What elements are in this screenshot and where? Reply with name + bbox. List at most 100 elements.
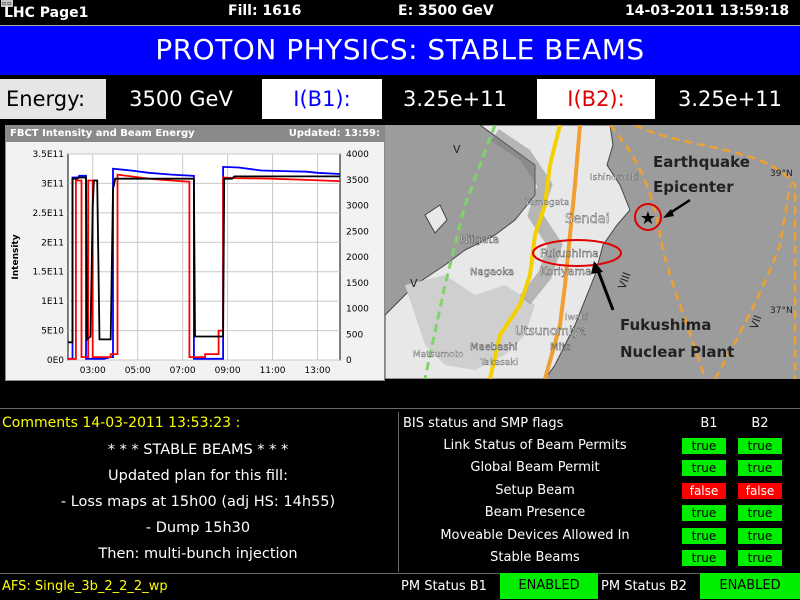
bis-flag-b2: true: [738, 550, 782, 566]
intensity-label-v2: V: [410, 277, 418, 290]
fill-number: Fill: 1616: [228, 3, 302, 19]
bis-row-link-status: Link Status of Beam Permits true true: [400, 435, 800, 457]
city-niigata: Niigata: [460, 233, 499, 246]
city-sendai: Sendai: [565, 212, 609, 227]
x-axis-ticks: 03:00 05:00 07:00 09:00 11:00 13:00: [80, 366, 331, 376]
beam-info-row: Energy: 3500 GeV I(B1): 3.25e+11 I(B2): …: [0, 75, 800, 123]
y2-tick-label: 4000: [346, 150, 369, 160]
city-mito: Mito: [550, 342, 571, 353]
city-nagaoka: Nagaoka: [470, 267, 514, 278]
bis-flag-b2: true: [738, 528, 782, 544]
city-utsunomiya: Utsunomiya: [515, 324, 587, 338]
bis-flag-b1: true: [682, 505, 726, 521]
y2-axis-ticks: 0 500 1000 1500 2000 2500 3000 3500 4000: [346, 150, 369, 366]
bis-column-b2: B2: [751, 416, 769, 431]
comment-line: Updated plan for this fill:: [108, 468, 288, 484]
y-tick-label: 1E11: [41, 297, 64, 307]
section-divider: [0, 408, 800, 409]
intensity-b1-value: 3.25e+11: [403, 87, 507, 111]
bis-header: BIS status and SMP flags: [403, 416, 564, 431]
y2-tick-label: 500: [346, 330, 363, 340]
y-tick-label: 0E0: [47, 356, 64, 366]
comment-line: - Dump 15h30: [145, 520, 251, 536]
bis-row-moveable-devices: Moveable Devices Allowed In true true: [400, 525, 800, 547]
bis-row-global-permit: Global Beam Permit true true: [400, 457, 800, 479]
status-divider: [0, 573, 800, 574]
y2-tick-label: 3000: [346, 202, 369, 212]
y2-tick-label: 1500: [346, 279, 369, 289]
page-title: PROTON PHYSICS: STABLE BEAMS: [155, 33, 645, 66]
y-tick-label: 5E10: [41, 327, 64, 337]
earthquake-label: Earthquake: [653, 153, 750, 171]
comments-header: Comments 14-03-2011 13:53:23 :: [2, 415, 241, 431]
bis-row-label: Global Beam Permit: [470, 460, 600, 475]
intensity-energy-chart: 0E05E101E111.5E112E112.5E113E113.5E11 05…: [11, 150, 369, 376]
pm-status-b2-label: PM Status B2: [601, 579, 687, 594]
intensity-label-v: V: [453, 143, 461, 156]
comment-line: - Loss maps at 15h00 (adj HS: 14h55): [60, 494, 336, 510]
intensity-b2-value: 3.25e+11: [678, 87, 782, 111]
y2-tick-label: 3500: [346, 176, 369, 186]
y2-tick-label: 2500: [346, 227, 369, 237]
city-fukushima: Fukushima: [540, 247, 599, 260]
x-tick-label: 03:00: [80, 366, 106, 376]
plot-area: [67, 153, 341, 361]
y-tick-label: 2E11: [41, 238, 64, 248]
city-koriyama: Koriyama: [540, 265, 592, 278]
city-maebashi: Maebashi: [470, 342, 518, 353]
comment-line: * * * STABLE BEAMS * * *: [107, 442, 289, 458]
intensity-b2-label: I(B2):: [537, 79, 655, 119]
x-tick-label: 09:00: [215, 366, 241, 376]
header-energy: E: 3500 GeV: [398, 3, 494, 19]
pm-status-b1-label: PM Status B1: [401, 579, 487, 594]
city-iwaki: Iwaki: [565, 313, 588, 323]
y2-tick-label: 1000: [346, 305, 369, 315]
page-title-bar: PROTON PHYSICS: STABLE BEAMS: [0, 25, 800, 75]
y2-tick-label: 2000: [346, 253, 369, 263]
top-status-bar: ▫▫ LHC Page1 Fill: 1616 E: 3500 GeV 14-0…: [0, 0, 800, 25]
bis-flag-b1: true: [682, 438, 726, 454]
bis-row-label: Link Status of Beam Permits: [443, 438, 627, 453]
pm-status-b1-value: ENABLED: [500, 573, 598, 599]
bis-flag-b2: true: [738, 460, 782, 476]
bottom-status-bar: AFS: Single_3b_2_2_2_wp PM Status B1 ENA…: [0, 573, 800, 600]
fukushima-plant-label-2: Nuclear Plant: [620, 343, 734, 361]
bis-row-stable-beams: Stable Beams true true: [400, 547, 800, 569]
bis-flag-b2: true: [738, 505, 782, 521]
chart-updated: Updated: 13:59:: [288, 128, 380, 139]
japan-map-image: V V VIII VII 39°N 37°N Sendai Niigata Fu…: [385, 125, 800, 379]
y-tick-label: 3E11: [41, 179, 64, 189]
chart-header: FBCT Intensity and Beam Energy Updated: …: [6, 126, 384, 142]
x-tick-label: 05:00: [125, 366, 151, 376]
bis-column-b1: B1: [700, 416, 718, 431]
bis-flag-b2: false: [738, 483, 782, 499]
bis-row-label: Stable Beams: [490, 550, 580, 565]
bis-row-label: Moveable Devices Allowed In: [440, 528, 630, 543]
fukushima-plant-label-1: Fukushima: [620, 316, 711, 334]
y2-tick-label: 0: [346, 356, 352, 366]
comment-line: Then: multi-bunch injection: [98, 546, 298, 562]
bis-flag-b1: false: [682, 483, 726, 499]
x-tick-label: 13:00: [305, 366, 331, 376]
energy-value: 3500 GeV: [129, 87, 233, 111]
lat-37-label: 37°N: [770, 306, 793, 316]
afs-status: AFS: Single_3b_2_2_2_wp: [2, 579, 168, 594]
chart-title: FBCT Intensity and Beam Energy: [10, 128, 195, 139]
x-tick-label: 11:00: [260, 366, 286, 376]
bis-row-label: Setup Beam: [495, 483, 575, 498]
energy-label: Energy:: [0, 79, 106, 119]
bis-flag-b1: true: [682, 460, 726, 476]
bis-flag-b2: true: [738, 438, 782, 454]
epicenter-label: Epicenter: [653, 178, 734, 196]
y-axis-label: Intensity: [11, 234, 21, 279]
fbct-chart-panel: FBCT Intensity and Beam Energy Updated: …: [5, 125, 385, 381]
x-tick-label: 07:00: [170, 366, 196, 376]
bis-flag-b1: true: [682, 528, 726, 544]
bis-row-beam-presence: Beam Presence true true: [400, 502, 800, 524]
city-yamagata: Yamagata: [524, 198, 569, 208]
bis-row-setup-beam: Setup Beam false false: [400, 480, 800, 502]
city-matsumoto: Matsumoto: [413, 350, 464, 360]
lat-39-label: 39°N: [770, 169, 793, 179]
city-ishinomaki: Ishinomaki: [590, 173, 639, 183]
intensity-b1-label: I(B1):: [262, 79, 382, 119]
